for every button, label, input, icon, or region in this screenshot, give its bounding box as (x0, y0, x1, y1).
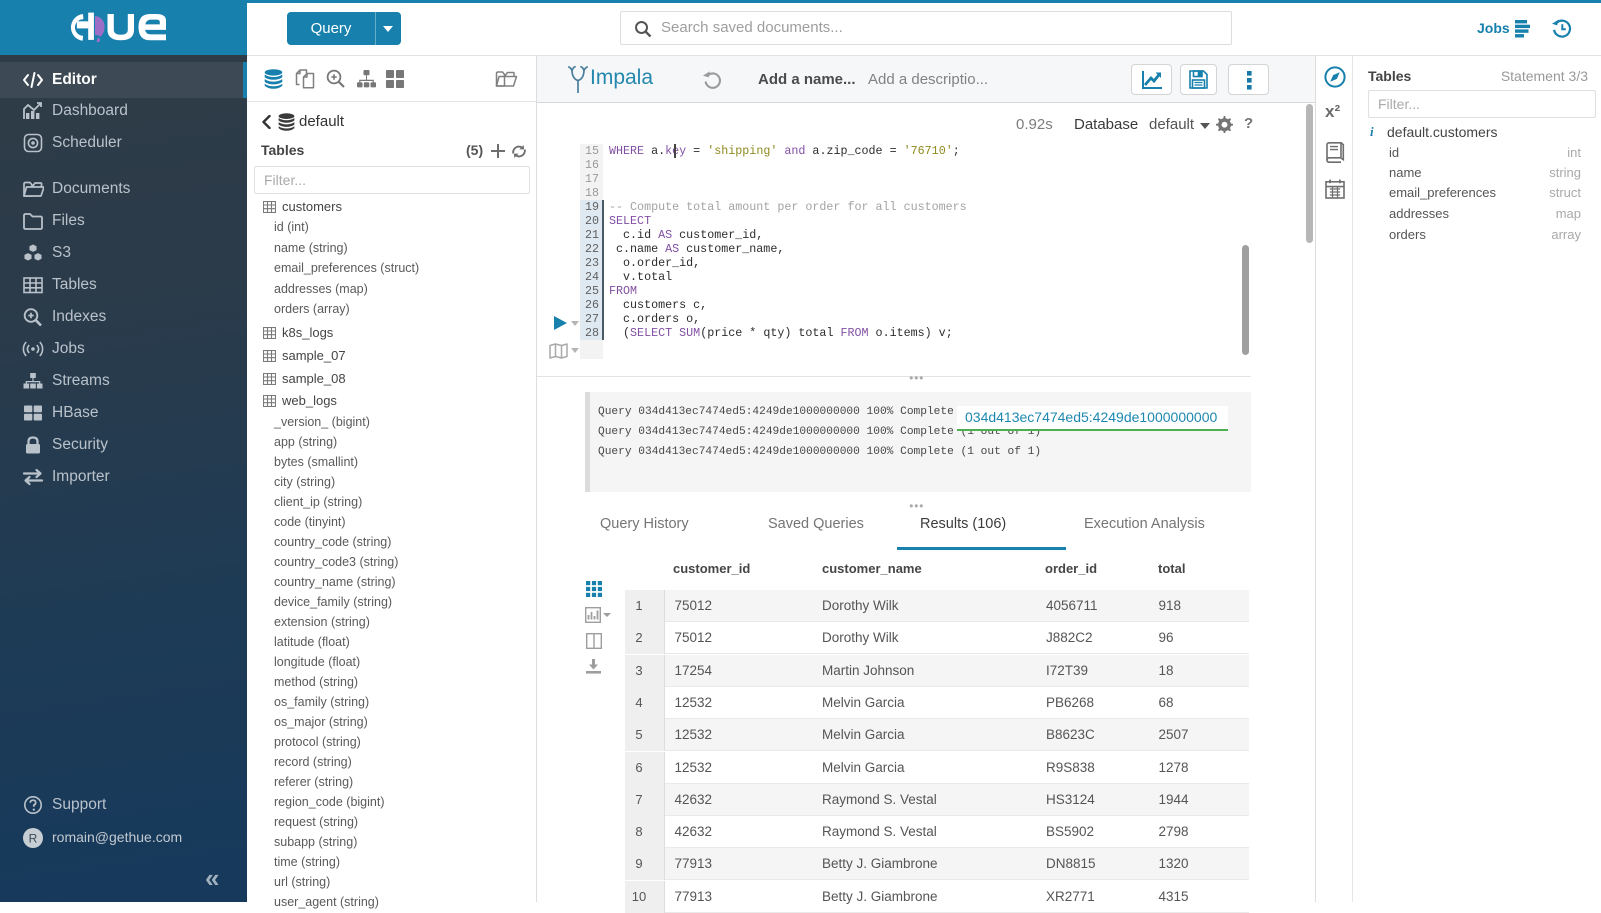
svg-text:R: R (29, 832, 38, 846)
